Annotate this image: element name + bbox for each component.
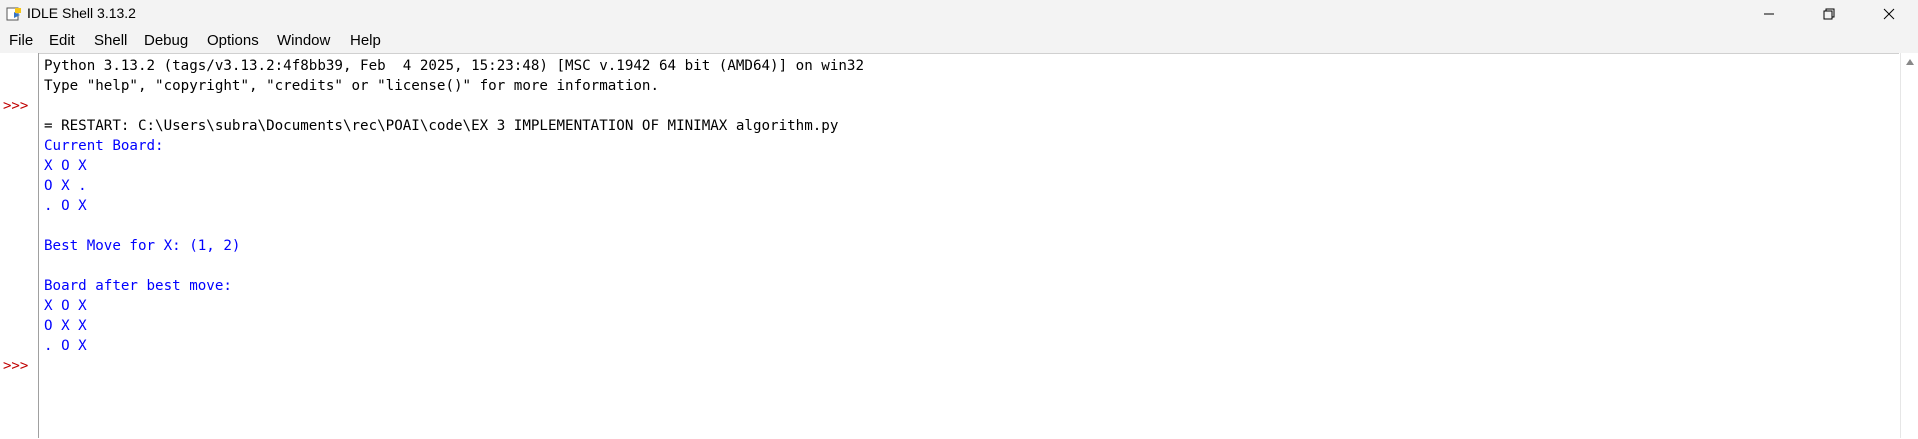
python-idle-icon	[6, 7, 21, 21]
menu-edit[interactable]: Edit	[49, 32, 75, 49]
shell-prompt: >>>	[3, 358, 29, 374]
prompt-gutter: >>> >>>	[0, 53, 39, 438]
menu-bar: File Edit Shell Debug Options Window Hel…	[0, 28, 1918, 53]
output-line: . O X	[44, 338, 87, 354]
close-icon	[1883, 8, 1895, 20]
shell-line: Type "help", "copyright", "credits" or "…	[44, 78, 659, 94]
restore-button[interactable]	[1806, 0, 1852, 28]
menu-window[interactable]: Window	[277, 32, 330, 49]
output-line: Board after best move:	[44, 278, 232, 294]
output-line: O X X	[44, 318, 87, 334]
menu-file[interactable]: File	[9, 32, 33, 49]
menu-options[interactable]: Options	[207, 32, 259, 49]
vertical-scrollbar[interactable]	[1900, 53, 1918, 438]
output-line: Current Board:	[44, 138, 164, 154]
menu-help[interactable]: Help	[350, 32, 381, 49]
output-line: O X .	[44, 178, 87, 194]
scroll-up-arrow-icon[interactable]	[1904, 57, 1916, 67]
window-title: IDLE Shell 3.13.2	[27, 5, 136, 21]
shell-prompt: >>>	[3, 98, 29, 114]
restore-icon	[1823, 8, 1835, 20]
title-bar: IDLE Shell 3.13.2	[0, 0, 1918, 28]
output-line: X O X	[44, 158, 87, 174]
output-line: Best Move for X: (1, 2)	[44, 238, 241, 254]
minimize-button[interactable]	[1746, 0, 1792, 28]
menu-debug[interactable]: Debug	[144, 32, 188, 49]
output-line: X O X	[44, 298, 87, 314]
close-button[interactable]	[1866, 0, 1912, 28]
shell-output[interactable]: Python 3.13.2 (tags/v3.13.2:4f8bb39, Feb…	[39, 53, 1899, 439]
menu-shell[interactable]: Shell	[94, 32, 127, 49]
shell-line: Python 3.13.2 (tags/v3.13.2:4f8bb39, Feb…	[44, 58, 864, 74]
minimize-icon	[1764, 13, 1774, 15]
restart-line: = RESTART: C:\Users\subra\Documents\rec\…	[44, 118, 839, 134]
output-line: . O X	[44, 198, 87, 214]
